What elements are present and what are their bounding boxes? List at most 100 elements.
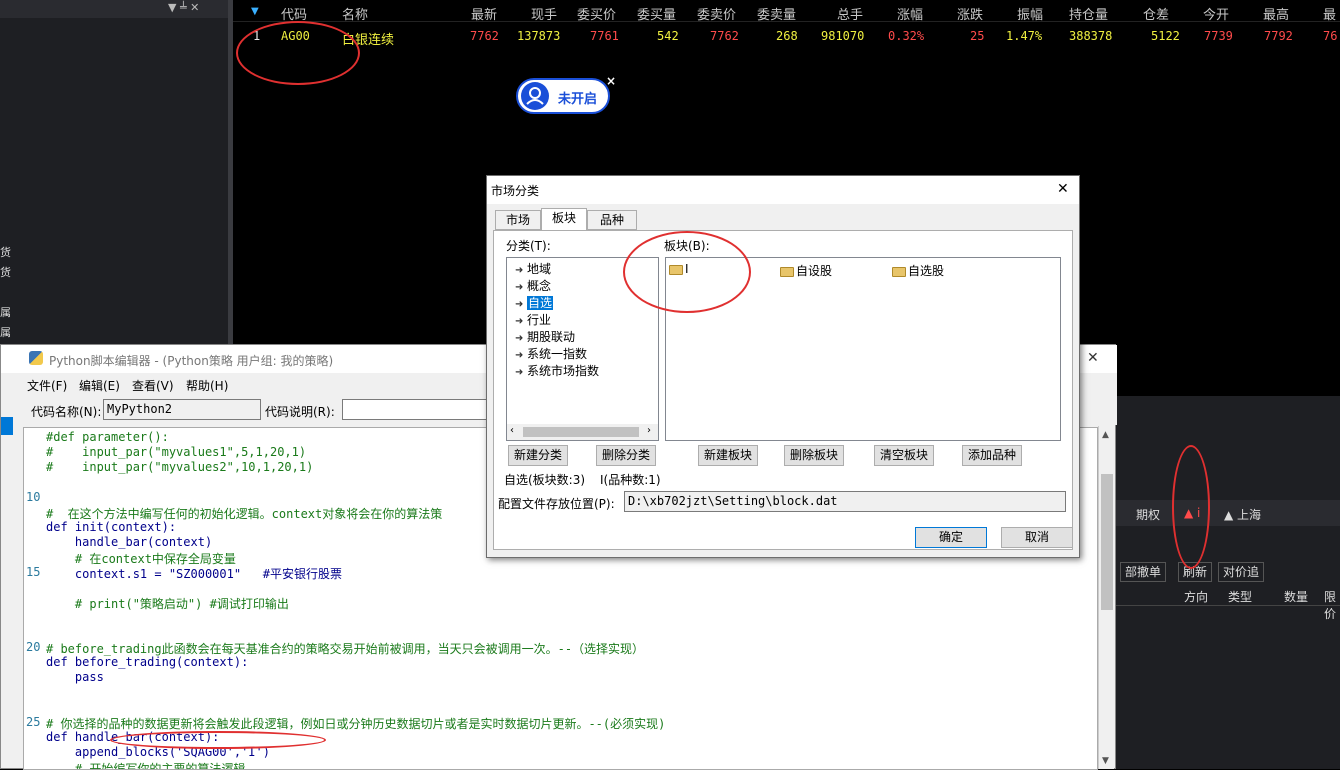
col-chg[interactable]: 涨跌: [957, 4, 983, 23]
dialog-close-icon[interactable]: ✕: [1057, 181, 1069, 197]
tree-item[interactable]: ➜ 行业: [515, 311, 551, 328]
tree-item[interactable]: ➜ 地域: [515, 260, 551, 277]
row-total: 981070: [821, 29, 865, 43]
folder-icon: [780, 266, 794, 277]
delete-category-button[interactable]: 删除分类: [596, 445, 656, 466]
row-vol: 137873: [517, 29, 561, 43]
col-bid[interactable]: 委买价: [577, 4, 616, 23]
col-amp[interactable]: 振幅: [1017, 4, 1043, 23]
annotation-ring-code: [236, 21, 360, 85]
new-category-button[interactable]: 新建分类: [508, 445, 568, 466]
path-label: 配置文件存放位置(P):: [498, 497, 615, 511]
scroll-down-icon[interactable]: ▼: [1102, 756, 1109, 766]
badge-close-icon[interactable]: ×: [606, 74, 616, 88]
scroll-right-icon[interactable]: ›: [647, 425, 651, 436]
code-name-input[interactable]: MyPython2: [103, 399, 261, 420]
col-more[interactable]: 最: [1323, 4, 1336, 23]
code-line: pass: [46, 670, 104, 684]
col-high[interactable]: 最高: [1263, 4, 1289, 23]
code-line: handle_bar(context): [46, 535, 213, 549]
new-block-button[interactable]: 新建板块: [698, 445, 758, 466]
editor-close-icon[interactable]: ✕: [1087, 350, 1099, 366]
code-line: # print("策略启动") #调试打印输出: [46, 597, 289, 611]
clear-block-button[interactable]: 清空板块: [874, 445, 934, 466]
add-item-button[interactable]: 添加品种: [962, 445, 1022, 466]
line-number: 25: [26, 715, 41, 729]
menu-view[interactable]: 查看(V): [132, 377, 174, 394]
row-ask: 7762: [710, 29, 739, 43]
col-oi-diff[interactable]: 仓差: [1143, 4, 1169, 23]
block-item[interactable]: 自设股: [780, 262, 832, 279]
user-icon: [521, 82, 549, 110]
left-panel-topbar: ▼ ╧ ✕: [0, 0, 228, 18]
tab-market[interactable]: 市场: [495, 210, 541, 230]
col-name[interactable]: 名称: [342, 4, 368, 23]
status-badge[interactable]: 未开启 ×: [516, 74, 616, 114]
col-total[interactable]: 总手: [837, 4, 863, 23]
python-icon: [29, 351, 43, 365]
tab-options[interactable]: 期权: [1136, 506, 1160, 523]
scroll-up-icon[interactable]: ▲: [1102, 430, 1109, 440]
row-askvol: 268: [776, 29, 798, 43]
col-direction: 方向: [1184, 590, 1209, 604]
col-chg-pct[interactable]: 涨幅: [897, 4, 923, 23]
ok-button[interactable]: 确定: [915, 527, 987, 548]
tree-item[interactable]: ➜ 期股联动: [515, 328, 575, 345]
annotation-ring-tab: [1172, 445, 1210, 569]
dialog-titlebar: 市场分类 ✕: [487, 176, 1079, 204]
col-bidvol[interactable]: 委买量: [637, 4, 676, 23]
side-label-4: 属: [0, 326, 11, 339]
gutter-marker: [1, 417, 13, 435]
scroll-left-icon[interactable]: ‹: [510, 425, 514, 436]
cancel-all-button[interactable]: 部撤单: [1120, 562, 1167, 582]
tree-hscrollbar[interactable]: ‹ ›: [507, 424, 658, 440]
col-last[interactable]: 最新: [471, 4, 497, 23]
col-ask[interactable]: 委卖价: [697, 4, 736, 23]
pin-controls[interactable]: ▼ ╧ ✕: [168, 1, 199, 14]
chase-button[interactable]: 对价追: [1218, 562, 1265, 582]
code-line: # input_par("myvalues1",5,1,20,1): [46, 445, 307, 459]
side-label-1: 货: [0, 246, 11, 259]
tab-shanghai[interactable]: ▲ 上海: [1224, 506, 1261, 523]
editor-title: Python脚本编辑器 - (Python策略 用户组: 我的策略): [49, 354, 334, 368]
col-open[interactable]: 今开: [1203, 4, 1229, 23]
delete-block-button[interactable]: 删除板块: [784, 445, 844, 466]
quote-row[interactable]: 1 AG00 白银连续 7762 137873 7761 542 7762 26…: [233, 22, 1340, 52]
tab-variety[interactable]: 品种: [587, 210, 637, 230]
row-oi: 388378: [1069, 29, 1113, 43]
badge-label: 未开启: [558, 92, 598, 107]
status-category: 自选(板块数:3): [504, 473, 586, 487]
code-line: #def parameter():: [46, 430, 169, 444]
folder-icon: [892, 266, 906, 277]
row-bid: 7761: [590, 29, 619, 43]
tree-item[interactable]: ➜ 系统一指数: [515, 345, 587, 362]
row-more: 76: [1323, 29, 1338, 43]
code-desc-label: 代码说明(R):: [265, 405, 335, 419]
code-desc-input[interactable]: [342, 399, 492, 420]
row-oi-diff: 5122: [1151, 29, 1180, 43]
col-askvol[interactable]: 委卖量: [757, 4, 796, 23]
code-line: context.s1 = "SZ000001" #平安银行股票: [46, 567, 342, 581]
col-oi[interactable]: 持仓量: [1069, 4, 1108, 23]
order-tabs: 期权 ▲ i ▲ 上海: [1116, 500, 1340, 526]
scroll-thumb[interactable]: [1101, 474, 1113, 610]
block-item[interactable]: 自选股: [892, 262, 944, 279]
menu-help[interactable]: 帮助(H): [186, 377, 228, 394]
menu-file[interactable]: 文件(F): [27, 377, 67, 394]
menu-edit[interactable]: 编辑(E): [79, 377, 120, 394]
tree-item[interactable]: ➜ 系统市场指数: [515, 362, 599, 379]
path-input[interactable]: D:\xb702jzt\Setting\block.dat: [624, 491, 1066, 512]
col-type: 类型: [1228, 590, 1253, 604]
tree-item[interactable]: ➜ 概念: [515, 277, 551, 294]
row-chg: 25: [970, 29, 985, 43]
category-label: 分类(T):: [506, 239, 551, 253]
scroll-thumb[interactable]: [523, 427, 639, 437]
sort-arrow-icon[interactable]: ▼: [251, 6, 259, 17]
tree-item-selected[interactable]: ➜ 自选: [515, 294, 554, 311]
cancel-button[interactable]: 取消: [1001, 527, 1073, 548]
row-open: 7739: [1204, 29, 1233, 43]
col-limit: 限价: [1324, 590, 1337, 621]
col-vol[interactable]: 现手: [531, 4, 557, 23]
tab-block[interactable]: 板块: [541, 208, 587, 231]
editor-scrollbar[interactable]: ▲ ▼: [1098, 426, 1114, 769]
